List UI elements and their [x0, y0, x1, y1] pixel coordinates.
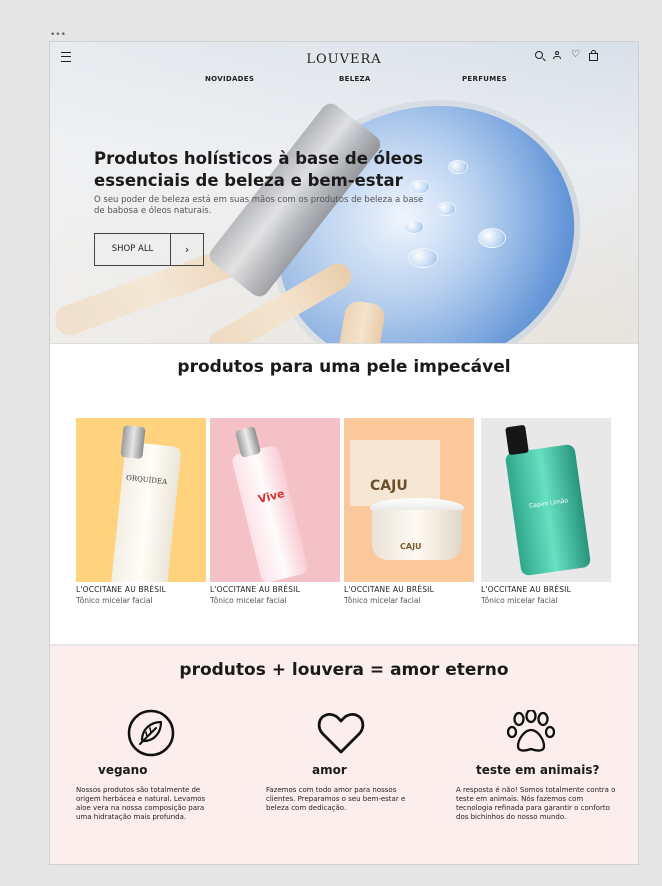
section-title: produtos + louvera = amor eterno	[179, 660, 509, 680]
header-actions: ♡	[535, 50, 598, 61]
feature-title: amor	[312, 763, 347, 777]
product-brand: L'OCCITANE AU BRÉSIL	[344, 585, 434, 594]
feature-text: Nossos produtos são totalmente de origem…	[76, 786, 206, 821]
product-image: ORQUÍDEA	[76, 418, 206, 582]
product-brand: L'OCCITANE AU BRÉSIL	[210, 585, 300, 594]
product-card[interactable]: Capim Limão L'OCCITANE AU BRÉSIL Tônico …	[481, 418, 611, 605]
paw-icon	[506, 708, 556, 758]
page-canvas: LOUVERA ♡ NOVIDADES BELEZA PERFUMES Prod…	[49, 41, 639, 865]
feature-title: vegano	[98, 763, 148, 777]
bag-icon[interactable]	[589, 50, 598, 61]
chevron-right-icon: ›	[184, 243, 190, 256]
product-label-text: CAJU	[370, 478, 408, 494]
heart-icon	[316, 708, 366, 758]
product-image: Capim Limão	[481, 418, 611, 582]
artboard-marker: •••	[50, 30, 66, 40]
product-brand: L'OCCITANE AU BRÉSIL	[481, 585, 571, 594]
nav-item-beleza[interactable]: BELEZA	[339, 75, 371, 83]
user-icon[interactable]	[553, 51, 561, 59]
hero-title: Produtos holísticos à base de óleos esse…	[94, 149, 424, 190]
product-card[interactable]: CAJU CAJU L'OCCITANE AU BRÉSIL Tônico mi…	[344, 418, 474, 605]
product-label-text: CAJU	[400, 542, 422, 551]
product-name: Tônico micelar facial	[481, 596, 558, 605]
product-name: Tônico micelar facial	[210, 596, 287, 605]
search-icon[interactable]	[535, 51, 543, 59]
product-image: CAJU CAJU	[344, 418, 474, 582]
shop-all-label: SHOP ALL	[95, 234, 171, 265]
product-name: Tônico micelar facial	[76, 596, 153, 605]
product-brand: L'OCCITANE AU BRÉSIL	[76, 585, 166, 594]
shop-all-button[interactable]: SHOP ALL ›	[94, 233, 204, 266]
product-name: Tônico micelar facial	[344, 596, 421, 605]
feature-title: teste em animais?	[476, 763, 600, 777]
product-card[interactable]: Vive L'OCCITANE AU BRÉSIL Tônico micelar…	[210, 418, 340, 605]
product-image: Vive	[210, 418, 340, 582]
leaf-icon	[126, 708, 176, 758]
love-section: produtos + louvera = amor eterno vegano …	[50, 644, 638, 864]
feature-text: A resposta é não! Somos totalmente contr…	[456, 786, 616, 821]
products-section: produtos para uma pele impecável ORQUÍDE…	[50, 343, 638, 645]
feature-text: Fazemos com todo amor para nossos client…	[266, 786, 406, 812]
hero-banner: LOUVERA ♡ NOVIDADES BELEZA PERFUMES Prod…	[50, 42, 638, 343]
section-title: produtos para uma pele impecável	[177, 357, 511, 377]
nav-item-novidades[interactable]: NOVIDADES	[205, 75, 254, 83]
product-card[interactable]: ORQUÍDEA L'OCCITANE AU BRÉSIL Tônico mic…	[76, 418, 206, 605]
hero-subtitle: O seu poder de beleza está em suas mãos …	[94, 195, 424, 216]
heart-icon[interactable]: ♡	[571, 50, 580, 60]
nav-item-perfumes[interactable]: PERFUMES	[462, 75, 507, 83]
